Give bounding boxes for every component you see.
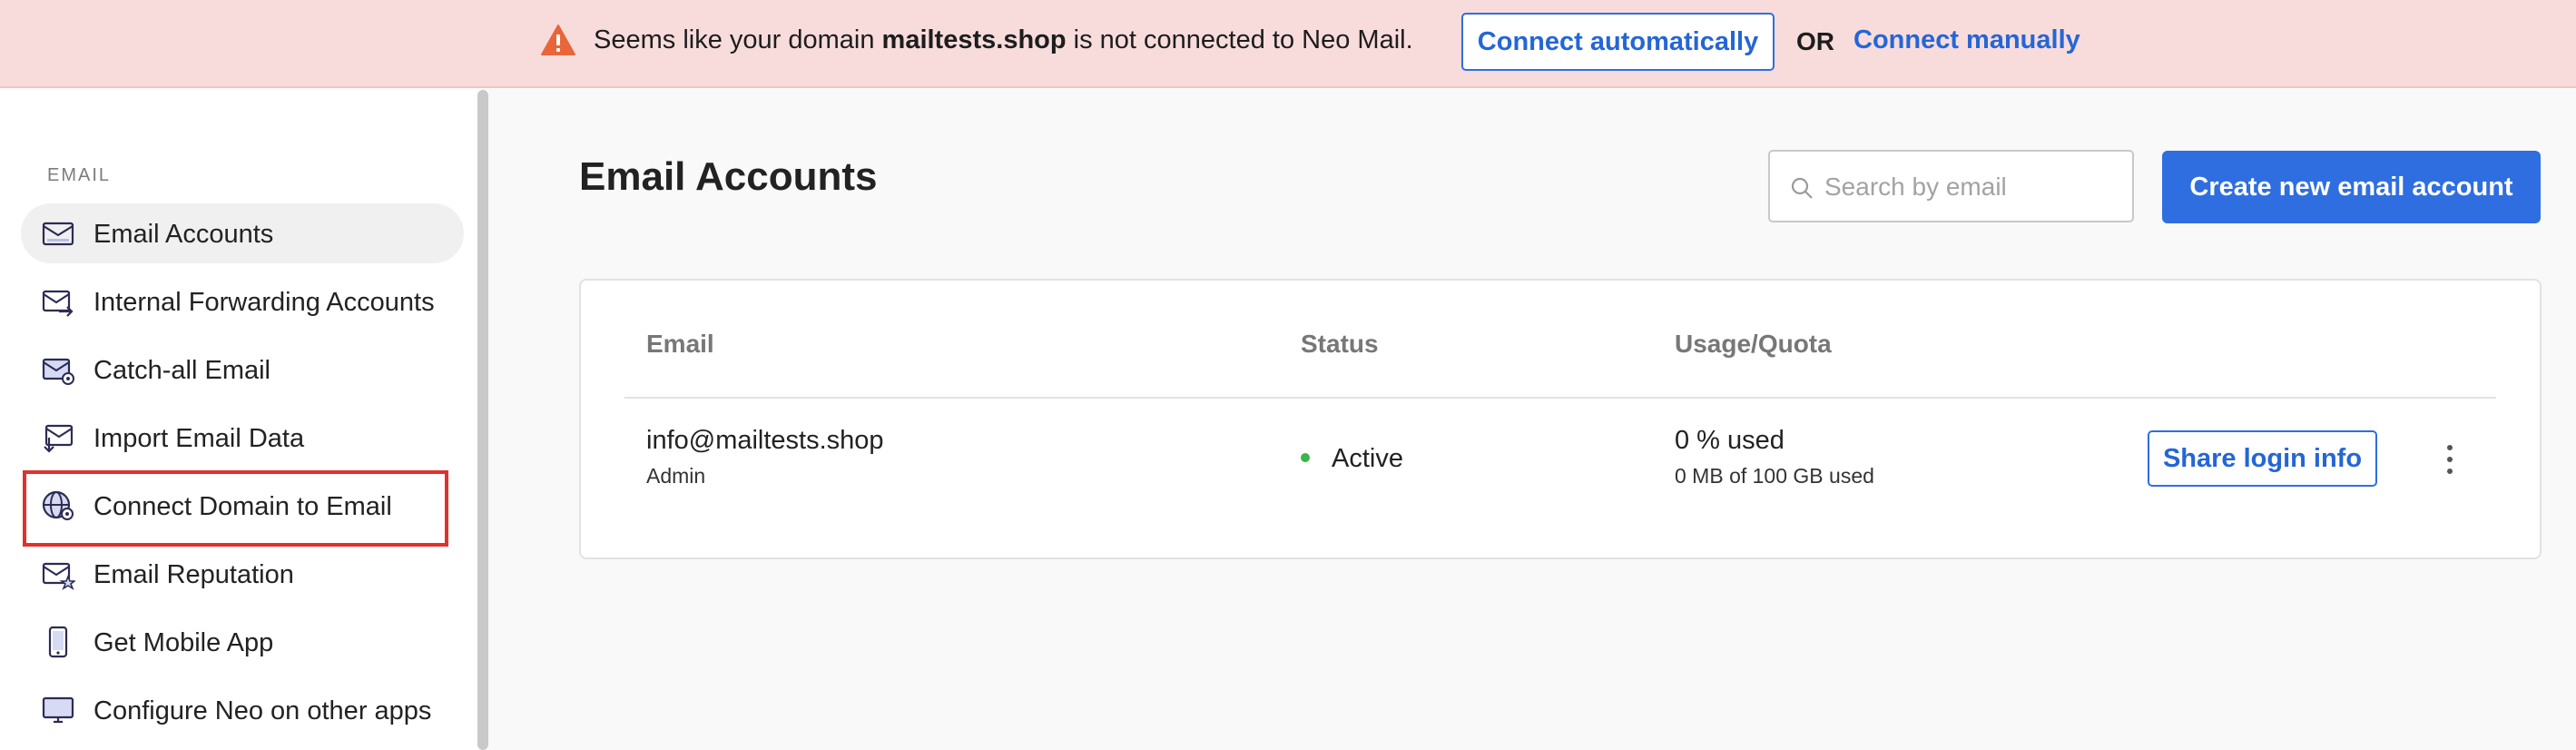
sidebar-item-label: Get Mobile App: [93, 628, 274, 657]
account-usage: 0 % used: [1675, 426, 1785, 455]
catch-all-mail-icon: [42, 358, 74, 385]
column-header-email: Email: [646, 330, 714, 358]
column-header-usage-quota: Usage/Quota: [1675, 330, 1832, 358]
banner-text-suffix: is not connected to Neo Mail.: [1066, 25, 1413, 54]
account-role: Admin: [646, 464, 706, 488]
globe-gear-icon: [42, 490, 74, 520]
account-status: Active: [1332, 444, 1403, 473]
monitor-icon: [42, 696, 74, 724]
email-accounts-table-card: [579, 279, 2542, 559]
header-divider: [624, 397, 2496, 399]
status-indicator-dot: [1301, 453, 1310, 462]
search-input[interactable]: [1824, 168, 2124, 206]
sidebar-item-label: Import Email Data: [93, 424, 305, 453]
banner-message: Seems like your domain mailtests.shop is…: [594, 25, 1413, 55]
account-email: info@mailtests.shop: [646, 426, 884, 455]
sidebar-section-label: EMAIL: [47, 165, 112, 185]
page-title: Email Accounts: [579, 154, 878, 199]
sidebar-item-import-email[interactable]: Import Email Data: [21, 408, 464, 468]
sidebar-item-label: Connect Domain to Email: [93, 492, 392, 521]
forward-mail-icon: [42, 290, 74, 317]
mobile-phone-icon: [48, 626, 68, 658]
account-quota: 0 MB of 100 GB used: [1675, 464, 1874, 488]
connect-automatically-button[interactable]: Connect automatically: [1461, 13, 1775, 71]
sidebar-item-label: Email Reputation: [93, 560, 294, 589]
sidebar-scrollbar[interactable]: [477, 90, 488, 750]
sidebar-item-configure-other-apps[interactable]: Configure Neo on other apps: [21, 680, 464, 740]
sidebar-item-label: Configure Neo on other apps: [93, 696, 432, 725]
or-separator: OR: [1796, 27, 1834, 55]
warning-icon: [541, 25, 575, 55]
envelope-icon: [42, 222, 74, 246]
sidebar-item-label: Email Accounts: [93, 220, 274, 249]
sidebar-item-mobile-app[interactable]: Get Mobile App: [21, 612, 464, 672]
domain-warning-banner: Seems like your domain mailtests.shop is…: [0, 0, 2576, 88]
create-email-account-button[interactable]: Create new email account: [2162, 151, 2541, 223]
sidebar-item-email-reputation[interactable]: Email Reputation: [21, 544, 464, 604]
more-options-icon[interactable]: [2436, 442, 2463, 477]
import-mail-icon: [44, 424, 74, 453]
banner-domain: mailtests.shop: [881, 25, 1067, 54]
sidebar-item-email-accounts[interactable]: Email Accounts: [21, 203, 464, 263]
search-icon: [1791, 177, 1813, 199]
banner-text-prefix: Seems like your domain: [594, 25, 882, 54]
column-header-status: Status: [1301, 330, 1379, 358]
search-box[interactable]: [1768, 150, 2134, 222]
share-login-info-button[interactable]: Share login info: [2148, 430, 2377, 487]
sidebar-item-catch-all[interactable]: Catch-all Email: [21, 340, 464, 400]
sidebar-item-label: Internal Forwarding Accounts: [93, 288, 435, 317]
sidebar-item-internal-forwarding[interactable]: Internal Forwarding Accounts: [21, 271, 464, 331]
connect-manually-link[interactable]: Connect manually: [1853, 25, 2080, 55]
reputation-mail-icon: [42, 562, 75, 590]
sidebar-item-label: Catch-all Email: [93, 356, 270, 385]
sidebar-item-connect-domain[interactable]: Connect Domain to Email: [21, 476, 464, 536]
